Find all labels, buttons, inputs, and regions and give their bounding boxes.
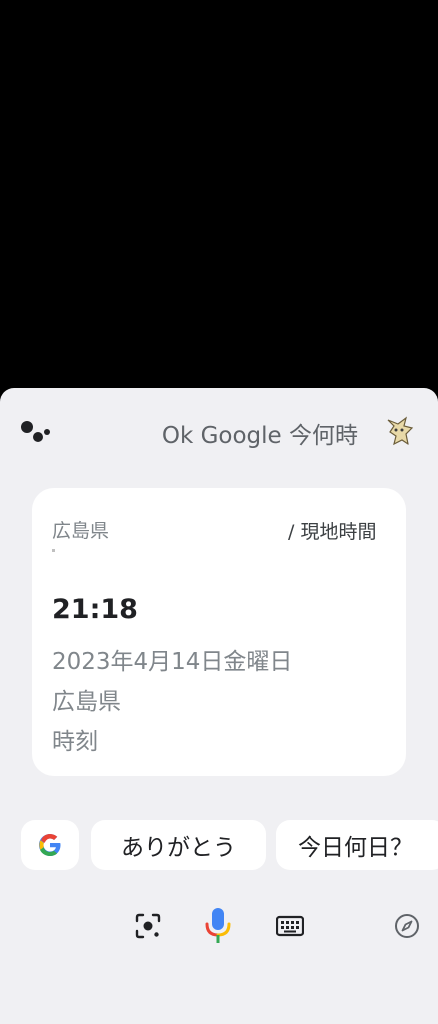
google-g-icon <box>39 834 61 856</box>
current-date: 2023年4月14日金曜日 <box>52 649 293 675</box>
explore-button[interactable] <box>389 908 425 944</box>
compass-icon <box>395 914 419 938</box>
current-time: 21:18 <box>52 594 138 625</box>
avatar-image <box>380 412 416 448</box>
assistant-sheet: Ok Google 今何時 広島県 / 現地時間 21:18 2023年4月14… <box>0 388 438 1024</box>
place-name: 広島県 <box>52 689 121 715</box>
avatar[interactable] <box>380 412 416 448</box>
time-result-card[interactable]: 広島県 / 現地時間 21:18 2023年4月14日金曜日 広島県 時刻 <box>32 488 406 776</box>
location-suffix: / 現地時間 <box>288 521 377 543</box>
suggestion-chip-date[interactable]: 今日何日？ <box>276 820 438 870</box>
mic-icon <box>205 908 231 943</box>
background-app-area <box>0 0 438 388</box>
lens-icon <box>135 913 161 939</box>
card-label: 時刻 <box>52 729 98 755</box>
keyboard-icon <box>276 915 304 937</box>
redaction-mark <box>52 549 55 552</box>
mic-button[interactable] <box>200 908 236 944</box>
query-text[interactable]: Ok Google 今何時 <box>162 416 358 450</box>
location-prefix: 広島県 <box>52 520 110 542</box>
assistant-logo-icon <box>21 421 50 442</box>
suggestion-chip-thanks[interactable]: ありがとう <box>91 820 266 870</box>
keyboard-button[interactable] <box>272 908 308 944</box>
google-search-chip[interactable] <box>21 820 79 870</box>
lens-button[interactable] <box>130 908 166 944</box>
